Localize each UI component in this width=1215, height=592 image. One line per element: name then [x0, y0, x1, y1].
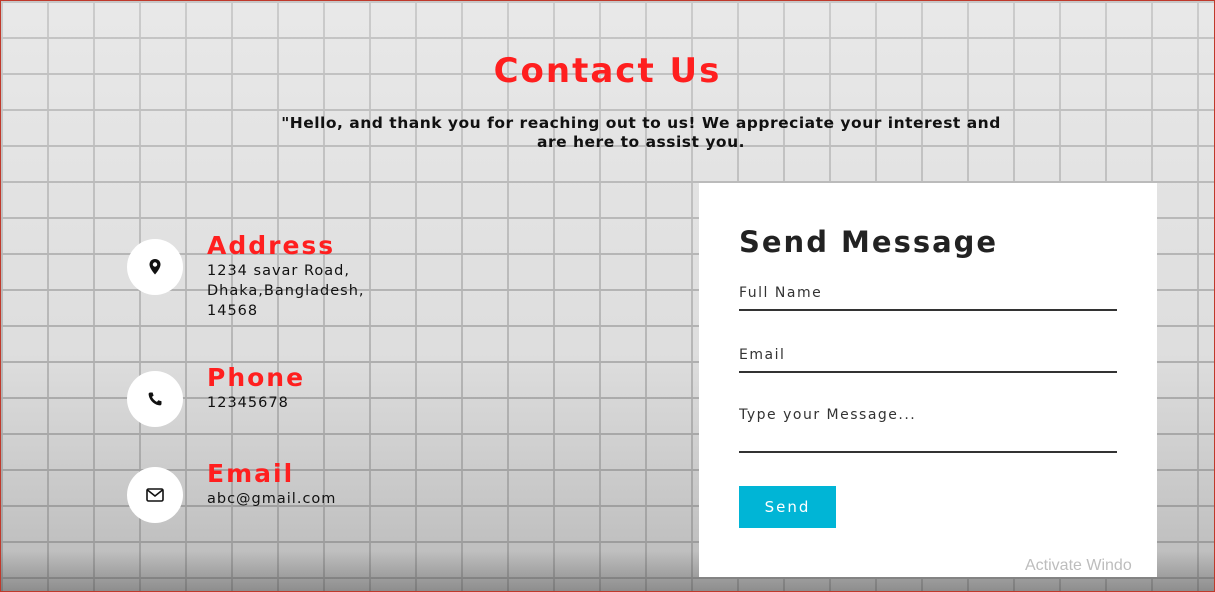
- full-name-input[interactable]: [739, 283, 1117, 311]
- page-title: Contact Us: [493, 51, 722, 91]
- phone-value: 12345678: [207, 395, 289, 411]
- address-text: Address 1234 savar Road, Dhaka,Banglades…: [207, 231, 487, 321]
- send-button[interactable]: Send: [739, 486, 836, 528]
- address-value: 1234 savar Road, Dhaka,Bangladesh, 14568: [207, 263, 365, 319]
- phone-text: Phone 12345678: [207, 363, 487, 413]
- phone-icon: [127, 371, 183, 427]
- email-label: Email: [207, 459, 295, 488]
- address-label: Address: [207, 231, 336, 260]
- phone-label: Phone: [207, 363, 306, 392]
- page-subtitle: "Hello, and thank you for reaching out t…: [281, 114, 1001, 151]
- contact-page: Contact Us "Hello, and thank you for rea…: [0, 0, 1215, 592]
- activate-windows-watermark: Activate Windo: [1025, 557, 1132, 574]
- map-pin-icon: [127, 239, 183, 295]
- email-input[interactable]: [739, 345, 1117, 373]
- email-text: Email abc@gmail.com: [207, 459, 487, 509]
- send-message-form: Send Message Send: [699, 183, 1157, 577]
- message-textarea[interactable]: [739, 407, 1117, 453]
- form-title: Send Message: [739, 225, 999, 259]
- envelope-icon: [127, 467, 183, 523]
- email-value: abc@gmail.com: [207, 491, 337, 507]
